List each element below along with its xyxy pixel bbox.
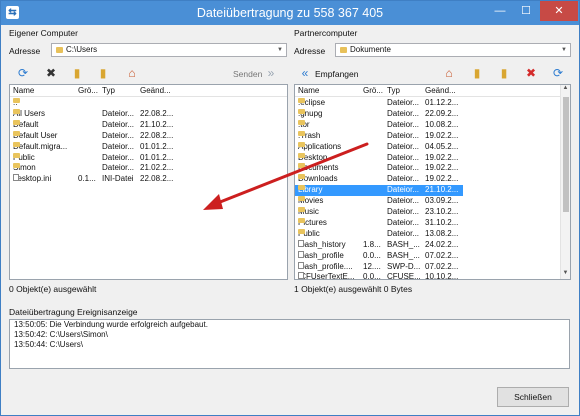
annotation-arrow bbox=[203, 142, 369, 210]
file-transfer-window: ⇆ Dateiübertragung zu 558 367 405 — ☐ ✕ … bbox=[0, 0, 580, 416]
